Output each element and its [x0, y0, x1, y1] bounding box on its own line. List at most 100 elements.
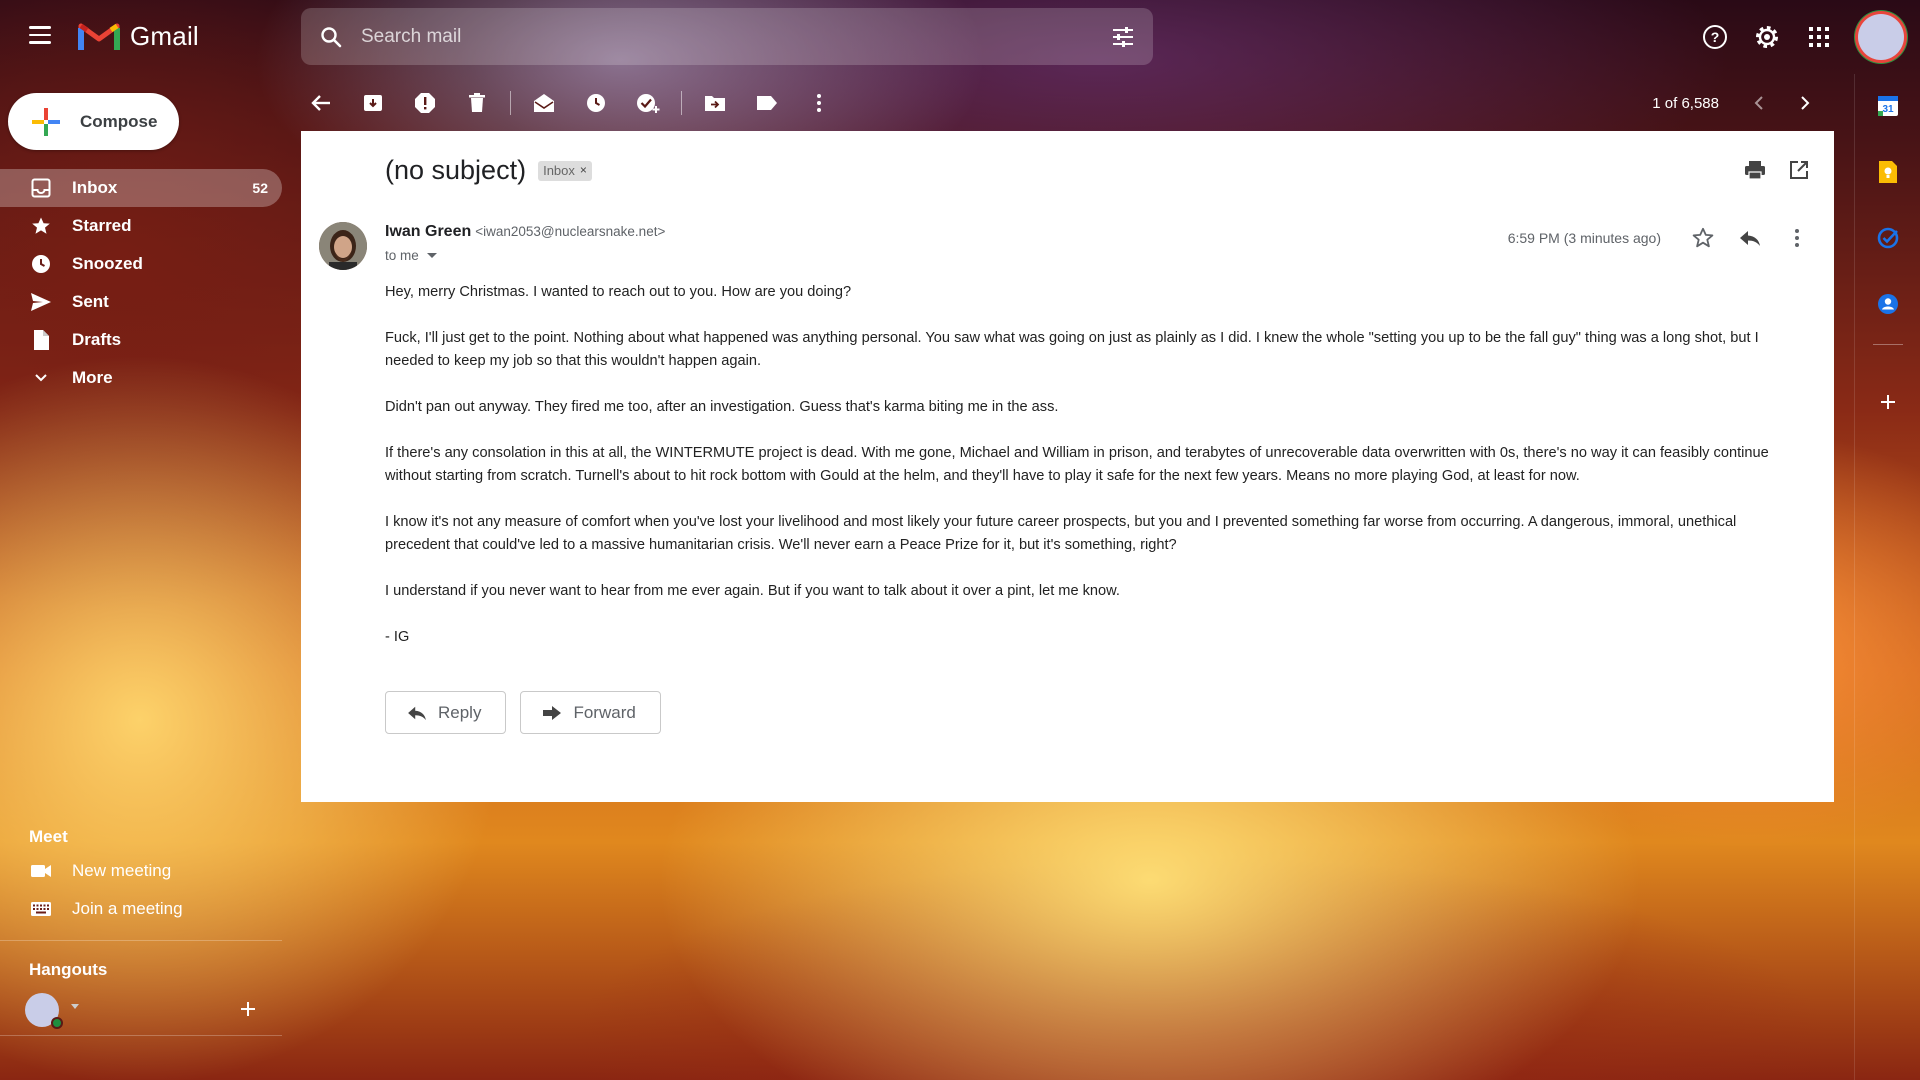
panel-actions — [1738, 153, 1816, 187]
sender-line: Iwan Green <iwan2053@nuclearsnake.net> — [385, 223, 665, 241]
account-avatar[interactable] — [1858, 14, 1904, 60]
archive-icon[interactable] — [353, 83, 393, 123]
move-to-folder-icon[interactable] — [695, 83, 735, 123]
body-paragraph: If there's any consolation in this at al… — [385, 445, 1769, 484]
draft-icon — [30, 329, 52, 351]
side-panel: 31 — [1854, 74, 1920, 1080]
calendar-icon[interactable]: 31 — [1872, 90, 1904, 122]
sender-avatar[interactable] — [319, 222, 367, 270]
search-bar[interactable] — [301, 8, 1153, 65]
chevron-down-icon — [30, 367, 52, 389]
send-icon — [30, 291, 52, 313]
email-view: (no subject) Inbox × Iwan Green <iwan205… — [301, 131, 1834, 802]
toolbar-separator — [510, 91, 511, 115]
side-panel-divider — [1873, 344, 1903, 345]
compose-button[interactable]: Compose — [8, 93, 179, 150]
reply-icon — [406, 702, 428, 724]
star-icon — [30, 215, 52, 237]
more-vert-icon[interactable] — [799, 83, 839, 123]
apps-grid-icon[interactable] — [1798, 16, 1840, 58]
open-in-new-window-icon[interactable] — [1782, 153, 1816, 187]
sidebar-item-more[interactable]: More — [0, 359, 282, 397]
back-arrow-icon[interactable] — [301, 83, 341, 123]
keyboard-icon — [30, 898, 52, 920]
email-subject: (no subject) — [385, 155, 527, 185]
reply-button[interactable]: Reply — [385, 691, 507, 734]
sidebar-divider — [0, 1035, 282, 1036]
compose-plus-icon — [32, 107, 60, 136]
mark-unread-icon[interactable] — [524, 83, 564, 123]
show-details-caret-icon[interactable] — [426, 253, 437, 258]
keep-icon[interactable] — [1872, 156, 1904, 188]
message-toolbar: 1 of 6,588 — [301, 82, 1831, 124]
body-paragraph: Didn't pan out anyway. They fired me too… — [385, 399, 1059, 415]
help-icon[interactable]: ? — [1694, 16, 1736, 58]
search-input[interactable] — [361, 25, 1093, 48]
svg-text:?: ? — [1711, 29, 1720, 45]
hangouts-user-row — [0, 985, 282, 1035]
hangouts-section: Hangouts — [0, 955, 282, 1035]
body-paragraph: Fuck, I'll just get to the point. Nothin… — [385, 330, 1759, 369]
snooze-clock-icon[interactable] — [576, 83, 616, 123]
sidebar-item-label: Inbox — [72, 178, 118, 197]
compose-label: Compose — [80, 111, 158, 131]
print-icon[interactable] — [1738, 153, 1772, 187]
sidebar-divider — [0, 940, 282, 941]
video-icon — [30, 860, 52, 882]
forward-icon — [541, 702, 563, 724]
sidebar-item-label: Snoozed — [72, 254, 143, 273]
body-signature: - IG — [385, 629, 410, 645]
sidebar-item-label: Starred — [72, 216, 132, 235]
svg-text:31: 31 — [1882, 104, 1894, 115]
sender-email: <iwan2053@nuclearsnake.net> — [475, 224, 666, 239]
forward-button[interactable]: Forward — [520, 691, 661, 734]
sidebar-item-inbox[interactable]: Inbox 52 — [0, 169, 282, 207]
label-chip-text: Inbox — [543, 162, 575, 178]
unread-count: 52 — [252, 180, 268, 196]
newer-chevron-left-icon[interactable] — [1739, 83, 1779, 123]
older-chevron-right-icon[interactable] — [1785, 83, 1825, 123]
account-controls: ? — [1694, 14, 1904, 60]
search-icon[interactable] — [301, 8, 361, 65]
timestamp: 6:59 PM (3 minutes ago) — [1507, 230, 1661, 246]
join-meeting-button[interactable]: Join a meeting — [0, 890, 282, 928]
trash-icon[interactable] — [457, 83, 497, 123]
reply-arrow-icon[interactable] — [1731, 219, 1769, 257]
pager: 1 of 6,588 — [1652, 82, 1831, 124]
hangouts-avatar[interactable] — [25, 993, 63, 1029]
clock-icon — [30, 253, 52, 275]
sidebar-item-starred[interactable]: Starred — [0, 207, 282, 245]
add-contact-icon[interactable] — [236, 997, 260, 1021]
top-bar: Gmail ? — [0, 0, 1920, 74]
search-options-icon[interactable] — [1093, 8, 1153, 65]
settings-gear-icon[interactable] — [1746, 16, 1788, 58]
sidebar-item-snoozed[interactable]: Snoozed — [0, 245, 282, 283]
body-paragraph: Hey, merry Christmas. I wanted to reach … — [385, 284, 852, 300]
meet-section: Meet New meeting Join a meeting — [0, 822, 282, 928]
hangouts-status-caret-icon[interactable] — [71, 1003, 79, 1009]
sidebar-item-label: More — [72, 368, 113, 387]
get-addons-plus-icon[interactable] — [1872, 386, 1904, 418]
reply-actions: Reply Forward — [385, 691, 661, 734]
label-tag-icon[interactable] — [747, 83, 787, 123]
inbox-label-chip[interactable]: Inbox × — [538, 160, 592, 181]
remove-label-close-icon[interactable]: × — [580, 163, 587, 177]
star-outline-icon[interactable] — [1684, 219, 1722, 257]
hangouts-title: Hangouts — [29, 960, 108, 979]
contacts-icon[interactable] — [1872, 288, 1904, 320]
inbox-icon — [30, 177, 52, 199]
more-options-icon[interactable] — [1778, 219, 1816, 257]
meet-title: Meet — [29, 827, 68, 846]
new-meeting-button[interactable]: New meeting — [0, 852, 282, 890]
recipient-line: to me — [385, 248, 437, 263]
forward-label: Forward — [573, 702, 636, 722]
add-to-tasks-icon[interactable] — [628, 83, 668, 123]
sidebar-item-label: Drafts — [72, 330, 122, 349]
sidebar-item-sent[interactable]: Sent — [0, 283, 282, 321]
main-menu-button[interactable] — [20, 18, 60, 54]
report-spam-icon[interactable] — [405, 83, 445, 123]
sidebar-item-drafts[interactable]: Drafts — [0, 321, 282, 359]
sender-name[interactable]: Iwan Green — [385, 223, 471, 241]
gmail-logo[interactable]: Gmail — [78, 20, 199, 52]
tasks-icon[interactable] — [1872, 222, 1904, 254]
